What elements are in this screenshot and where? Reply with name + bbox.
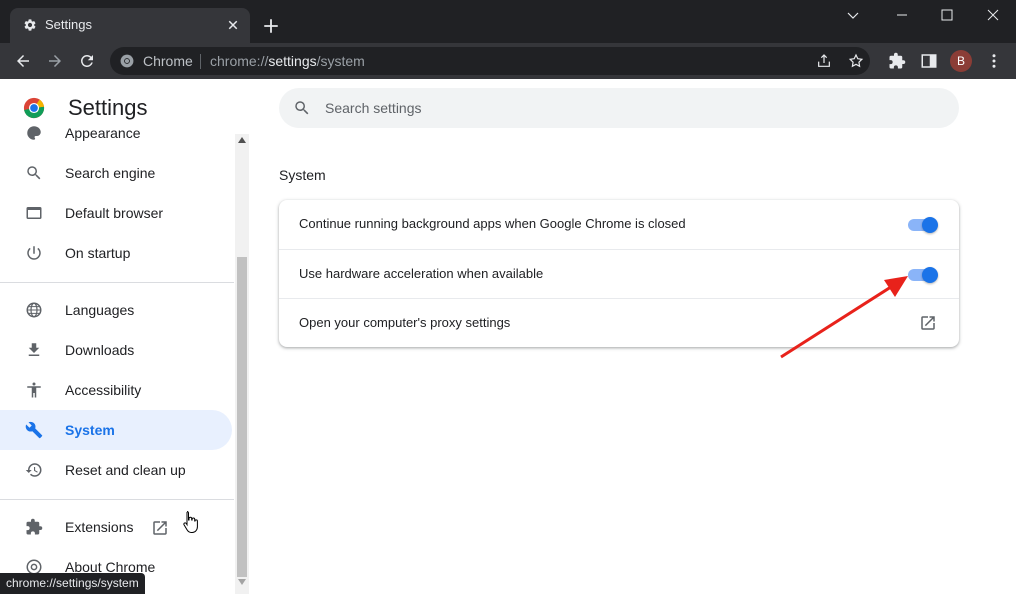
url-path: /system <box>316 53 365 69</box>
annotation-arrow <box>780 276 908 359</box>
sidebar-item-reset[interactable]: Reset and clean up <box>0 450 232 490</box>
background-apps-toggle[interactable] <box>908 217 940 233</box>
tab-settings[interactable]: Settings <box>10 8 250 43</box>
minimize-icon <box>897 14 907 16</box>
gear-icon <box>24 19 36 31</box>
sidebar-item-search-engine[interactable]: Search engine <box>0 153 232 193</box>
share-icon[interactable] <box>816 53 832 69</box>
sidebar-item-label: Reset and clean up <box>65 462 186 478</box>
sidebar-divider <box>0 499 234 500</box>
sidebar-item-system[interactable]: System <box>0 410 232 450</box>
restore-icon <box>25 463 42 477</box>
chevron-down-icon <box>847 12 859 19</box>
star-icon[interactable] <box>848 53 864 69</box>
close-icon[interactable] <box>224 16 242 34</box>
sidebar-item-on-startup[interactable]: On startup <box>0 233 232 273</box>
address-bar[interactable]: Chrome chrome://settings/system <box>110 47 870 75</box>
reload-icon[interactable] <box>78 52 96 70</box>
settings-page: Settings Appearance Search engine Defaul… <box>0 79 1016 594</box>
hardware-acceleration-toggle[interactable] <box>908 267 940 283</box>
search-icon <box>295 101 309 115</box>
side-panel-icon[interactable] <box>920 52 938 70</box>
search-box[interactable] <box>279 88 959 128</box>
download-icon <box>28 343 40 356</box>
more-vert-icon[interactable] <box>985 52 1003 70</box>
sidebar-scrollbar-thumb[interactable] <box>237 257 247 577</box>
section-title: System <box>279 167 326 183</box>
sidebar: Appearance Search engine Default browser… <box>0 126 250 594</box>
maximize-button[interactable] <box>924 0 970 30</box>
scroll-down-arrow-icon[interactable] <box>238 579 246 585</box>
search-input[interactable] <box>325 98 925 118</box>
close-icon <box>987 9 999 21</box>
sidebar-item-appearance[interactable]: Appearance <box>0 126 232 153</box>
sidebar-item-languages[interactable]: Languages <box>0 290 232 330</box>
accessibility-icon <box>27 382 41 398</box>
palette-icon <box>27 126 41 140</box>
status-bar-url: chrome://settings/system <box>0 573 145 594</box>
setting-label: Use hardware acceleration when available <box>299 266 544 281</box>
sidebar-item-label: Languages <box>65 302 135 318</box>
scroll-up-arrow-icon[interactable] <box>238 137 246 143</box>
sidebar-item-label: Search engine <box>65 165 156 181</box>
sidebar-item-label: On startup <box>65 245 131 261</box>
hand-cursor-icon <box>183 511 198 533</box>
setting-label: Continue running background apps when Go… <box>299 216 686 231</box>
omnibox-separator <box>200 54 201 69</box>
url-scheme: chrome:// <box>210 53 269 69</box>
sidebar-item-label: Accessibility <box>65 382 142 398</box>
sidebar-item-label: Default browser <box>65 205 164 221</box>
toolbar: Chrome chrome://settings/system B <box>0 43 1016 79</box>
tab-search-button[interactable] <box>830 0 876 30</box>
open-external-icon <box>153 521 167 535</box>
page-title: Settings <box>68 95 148 120</box>
browser-icon <box>26 207 42 219</box>
sidebar-item-default-browser[interactable]: Default browser <box>0 193 232 233</box>
chrome-icon <box>120 54 134 68</box>
sidebar-item-label: Extensions <box>65 519 134 535</box>
back-arrow-icon[interactable] <box>14 52 32 70</box>
search-icon <box>27 166 41 180</box>
sidebar-item-label: System <box>65 422 115 438</box>
wrench-icon <box>25 421 43 439</box>
window-close-button[interactable] <box>970 0 1016 30</box>
puzzle-icon[interactable] <box>888 52 906 70</box>
open-external-icon[interactable] <box>919 314 937 332</box>
power-icon <box>27 246 41 260</box>
toggle-knob <box>922 217 938 233</box>
minimize-button[interactable] <box>879 0 925 30</box>
sidebar-item-label: Appearance <box>65 126 141 141</box>
toggle-knob <box>922 267 938 283</box>
puzzle-icon <box>26 518 43 535</box>
avatar[interactable]: B <box>950 50 972 72</box>
url-text: chrome://settings/system <box>210 53 365 69</box>
globe-icon <box>26 302 42 318</box>
site-chip: Chrome <box>143 53 193 69</box>
setting-label: Open your computer's proxy settings <box>299 315 511 330</box>
sidebar-divider <box>0 282 234 283</box>
sidebar-item-label: Downloads <box>65 342 135 358</box>
url-host: settings <box>268 53 317 69</box>
sidebar-item-downloads[interactable]: Downloads <box>0 330 232 370</box>
setting-row-background-apps[interactable]: Continue running background apps when Go… <box>279 200 959 249</box>
maximize-icon <box>941 9 953 21</box>
tab-strip: Settings <box>0 0 1016 43</box>
sidebar-item-accessibility[interactable]: Accessibility <box>0 370 232 410</box>
tab-title: Settings <box>45 17 92 32</box>
forward-arrow-icon[interactable] <box>46 52 64 70</box>
chrome-logo-icon <box>23 97 45 119</box>
new-tab-icon[interactable] <box>262 17 280 35</box>
